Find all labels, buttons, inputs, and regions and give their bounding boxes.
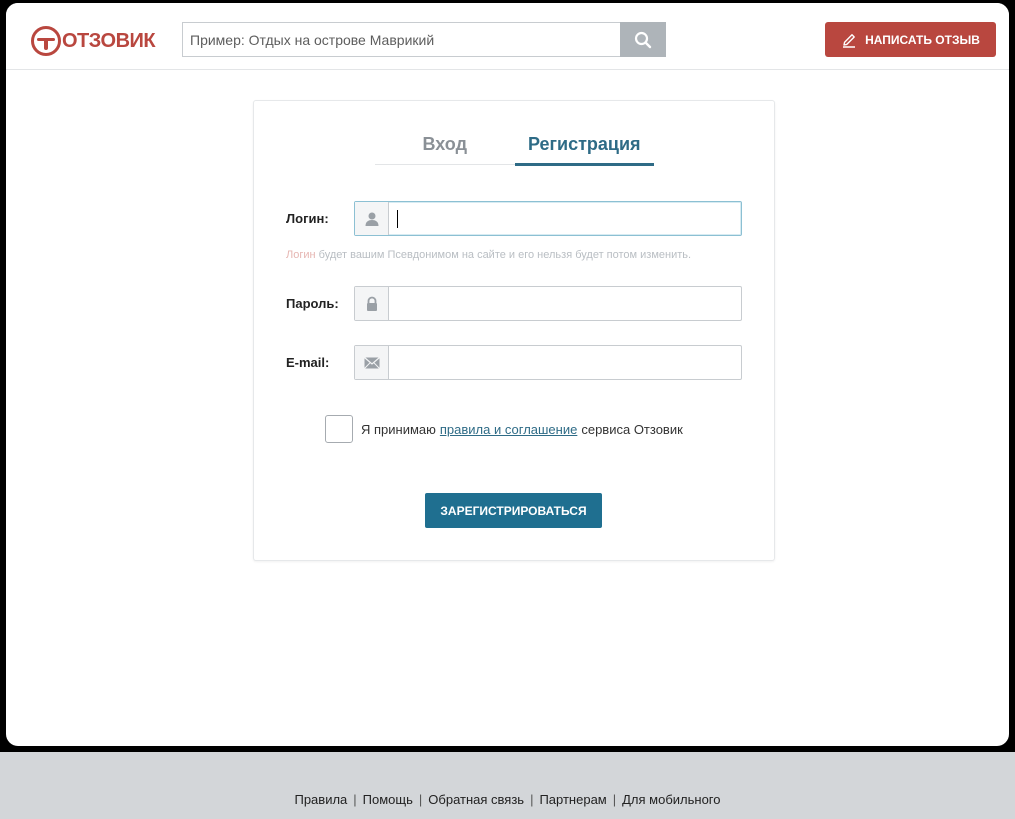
login-hint: Логин будет вашим Псевдонимом на сайте и… bbox=[286, 249, 691, 261]
tab-registration[interactable]: Регистрация bbox=[514, 126, 655, 166]
search-input[interactable] bbox=[182, 22, 621, 57]
rules-link[interactable]: правила и соглашение bbox=[440, 422, 577, 437]
password-row: Пароль: bbox=[286, 286, 742, 321]
login-hint-accent: Логин bbox=[286, 249, 316, 261]
write-review-label: НАПИСАТЬ ОТЗЫВ bbox=[865, 32, 980, 47]
password-label: Пароль: bbox=[286, 296, 339, 311]
envelope-icon bbox=[355, 346, 389, 379]
lock-icon bbox=[355, 287, 389, 320]
email-label: E-mail: bbox=[286, 355, 330, 370]
agree-prefix: Я принимаю bbox=[361, 421, 436, 437]
footer-link-help[interactable]: Помощь bbox=[363, 792, 413, 807]
page: ОТЗОВИК НАПИСАТЬ ОТЗЫ bbox=[6, 3, 1009, 746]
footer-links: Правила | Помощь | Обратная связь | Партнерам |… bbox=[0, 792, 1015, 807]
browser-window: ОТЗОВИК НАПИСАТЬ ОТЗЫ bbox=[0, 0, 1015, 752]
footer-separator: | bbox=[612, 792, 617, 807]
login-field bbox=[354, 201, 742, 236]
logo-icon bbox=[31, 26, 61, 56]
footer-separator: | bbox=[418, 792, 423, 807]
pen-icon bbox=[841, 32, 857, 48]
logo-text: ОТЗОВИК bbox=[62, 29, 156, 52]
search-bar bbox=[182, 22, 666, 57]
footer-separator: | bbox=[530, 792, 534, 807]
write-review-button[interactable]: НАПИСАТЬ ОТЗЫВ bbox=[825, 22, 996, 57]
site-footer: Правила | Помощь | Обратная связь | Партнерам |… bbox=[0, 752, 1015, 819]
search-button[interactable] bbox=[620, 22, 666, 57]
site-logo[interactable]: ОТЗОВИК bbox=[31, 25, 156, 57]
footer-separator: | bbox=[353, 792, 357, 807]
footer-link-mobile[interactable]: Для мобильного bbox=[622, 792, 720, 807]
login-label: Логин: bbox=[286, 211, 329, 226]
tab-login[interactable]: Вход bbox=[375, 126, 515, 164]
email-field bbox=[354, 345, 742, 380]
login-row: Логин: bbox=[286, 201, 742, 236]
agree-checkbox[interactable] bbox=[325, 415, 353, 443]
site-header: ОТЗОВИК НАПИСАТЬ ОТЗЫ bbox=[6, 3, 1009, 70]
footer-link-partners[interactable]: Партнерам bbox=[539, 792, 606, 807]
user-icon bbox=[355, 202, 389, 235]
search-icon bbox=[634, 31, 652, 48]
login-input[interactable] bbox=[389, 202, 741, 235]
agreement-row: Я принимаю правила и соглашение сервиса … bbox=[325, 415, 683, 443]
email-input[interactable] bbox=[389, 346, 741, 379]
auth-tabs: Вход Регистрация bbox=[375, 126, 655, 166]
register-button[interactable]: ЗАРЕГИСТРИРОВАТЬСЯ bbox=[425, 493, 602, 528]
password-input[interactable] bbox=[389, 287, 741, 320]
footer-link-feedback[interactable]: Обратная связь bbox=[428, 792, 524, 807]
footer-link-rules[interactable]: Правила bbox=[294, 792, 347, 807]
registration-card: Вход Регистрация Логин: Логин будет ваши… bbox=[253, 100, 775, 561]
agree-suffix: сервиса Отзовик bbox=[581, 421, 683, 437]
login-hint-text: будет вашим Псевдонимом на сайте и его н… bbox=[315, 249, 692, 261]
password-field bbox=[354, 286, 742, 321]
text-caret bbox=[397, 210, 398, 228]
email-row: E-mail: bbox=[286, 345, 742, 380]
